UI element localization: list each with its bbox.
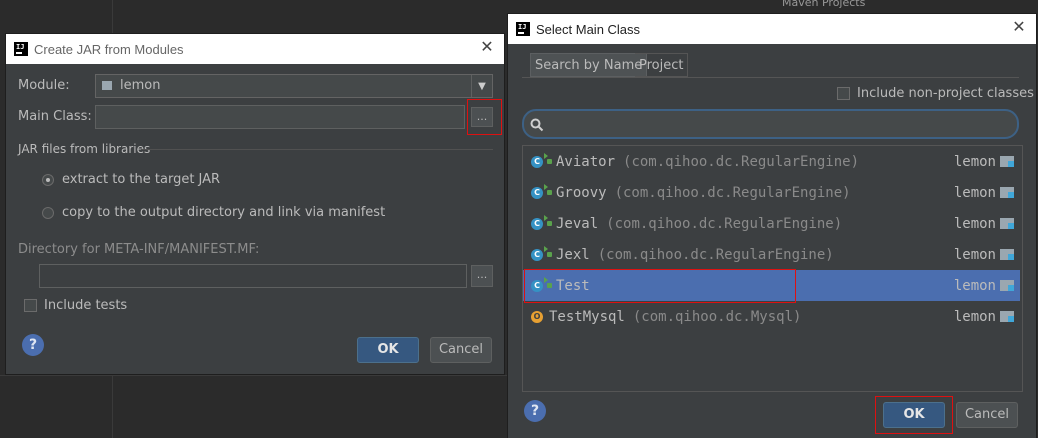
close-icon[interactable]: ✕ <box>1010 19 1028 37</box>
module-folder-icon <box>1000 156 1014 167</box>
module-folder-icon <box>1000 280 1014 291</box>
module-value: lemon <box>120 78 161 93</box>
manifest-dir-label: Directory for META-INF/MANIFEST.MF: <box>18 242 260 257</box>
class-module: lemon <box>953 215 996 232</box>
class-name: Groovy <box>556 184 607 201</box>
maven-projects-label: Maven Projects <box>782 0 866 9</box>
class-run-icon: C <box>531 152 548 168</box>
module-label: Module: <box>18 78 70 93</box>
module-folder-icon <box>1000 218 1014 229</box>
module-folder-icon <box>1000 311 1014 322</box>
ok-highlight-box <box>875 396 953 434</box>
tab-project[interactable]: Project <box>635 53 689 77</box>
dialog-titlebar: IJ Create JAR from Modules ✕ <box>6 34 504 64</box>
libraries-group-label: JAR files from libraries <box>18 142 151 156</box>
class-run-icon: C <box>531 245 548 261</box>
help-icon[interactable]: ? <box>524 400 546 422</box>
list-item[interactable]: C Jexl (com.qihoo.dc.RegularEngine) lemo… <box>523 239 1020 270</box>
list-item[interactable]: C Groovy (com.qihoo.dc.RegularEngine) le… <box>523 177 1020 208</box>
class-run-icon: C <box>531 214 548 230</box>
extract-radio-label[interactable]: extract to the target JAR <box>62 172 220 187</box>
class-module: lemon <box>953 246 996 263</box>
module-combobox[interactable]: lemon ▼ <box>95 74 493 98</box>
class-name: Jeval <box>556 215 599 232</box>
access-icon <box>547 252 552 257</box>
access-icon <box>547 190 552 195</box>
module-folder-icon <box>1000 249 1014 260</box>
dialog-title: Select Main Class <box>536 21 641 37</box>
include-tests-checkbox[interactable] <box>24 299 37 312</box>
cancel-button[interactable]: Cancel <box>956 402 1018 428</box>
main-class-field[interactable] <box>95 105 465 129</box>
include-tests-label[interactable]: Include tests <box>44 298 127 313</box>
module-folder-icon <box>102 81 112 90</box>
object-icon: O <box>531 310 543 323</box>
access-icon <box>547 221 552 226</box>
access-icon <box>547 159 552 164</box>
class-module: lemon <box>953 184 996 201</box>
class-run-icon: C <box>531 183 548 199</box>
class-package: (com.qihoo.dc.RegularEngine) <box>597 246 834 263</box>
intellij-logo-icon: IJ <box>14 42 28 56</box>
class-package: (com.qihoo.dc.RegularEngine) <box>614 184 851 201</box>
manifest-dir-field[interactable] <box>39 264 467 288</box>
class-module: lemon <box>953 153 996 170</box>
list-item[interactable]: C Aviator (com.qihoo.dc.RegularEngine) l… <box>523 146 1020 177</box>
search-icon <box>530 118 544 132</box>
select-main-class-dialog: IJ Select Main Class ✕ Search by Name Pr… <box>508 14 1036 438</box>
extract-radio[interactable] <box>42 174 54 186</box>
manifest-dir-browse-button[interactable]: ... <box>471 265 493 287</box>
include-non-project-checkbox[interactable] <box>837 87 850 100</box>
group-separator <box>141 149 493 150</box>
close-icon[interactable]: ✕ <box>478 39 496 57</box>
class-package: (com.qihoo.dc.RegularEngine) <box>606 215 843 232</box>
class-module: lemon <box>953 277 996 294</box>
intellij-logo-icon: IJ <box>516 22 530 36</box>
include-non-project-label[interactable]: Include non-project classes <box>857 86 1034 101</box>
class-name: Aviator <box>556 153 616 170</box>
cancel-button[interactable]: Cancel <box>430 337 492 363</box>
tab-search-by-name[interactable]: Search by Name <box>530 53 648 77</box>
dialog-titlebar: IJ Select Main Class ✕ <box>508 14 1036 44</box>
copy-radio-label[interactable]: copy to the output directory and link vi… <box>62 205 385 220</box>
chevron-down-icon[interactable]: ▼ <box>471 75 492 97</box>
main-class-label: Main Class: <box>18 109 92 124</box>
create-jar-dialog: IJ Create JAR from Modules ✕ Module: lem… <box>6 34 504 374</box>
background-divider <box>0 375 508 376</box>
module-folder-icon <box>1000 187 1014 198</box>
class-package: (com.qihoo.dc.RegularEngine) <box>623 153 860 170</box>
tab-underline <box>522 77 1019 78</box>
help-icon[interactable]: ? <box>22 334 44 356</box>
dialog-title: Create JAR from Modules <box>34 41 184 57</box>
class-search-input[interactable] <box>522 109 1019 139</box>
copy-radio[interactable] <box>42 207 54 219</box>
ok-button[interactable]: OK <box>357 337 419 363</box>
class-package: (com.qihoo.dc.Mysql) <box>632 308 802 325</box>
class-name: Jexl <box>556 246 590 263</box>
list-item[interactable]: C Jeval (com.qihoo.dc.RegularEngine) lem… <box>523 208 1020 239</box>
browse-highlight-box <box>467 99 502 135</box>
class-module: lemon <box>953 308 996 325</box>
selection-highlight-box <box>524 269 796 303</box>
class-list: C Aviator (com.qihoo.dc.RegularEngine) l… <box>522 145 1023 392</box>
class-name: TestMysql <box>549 308 625 325</box>
list-item[interactable]: O TestMysql (com.qihoo.dc.Mysql) lemon <box>523 301 1020 332</box>
